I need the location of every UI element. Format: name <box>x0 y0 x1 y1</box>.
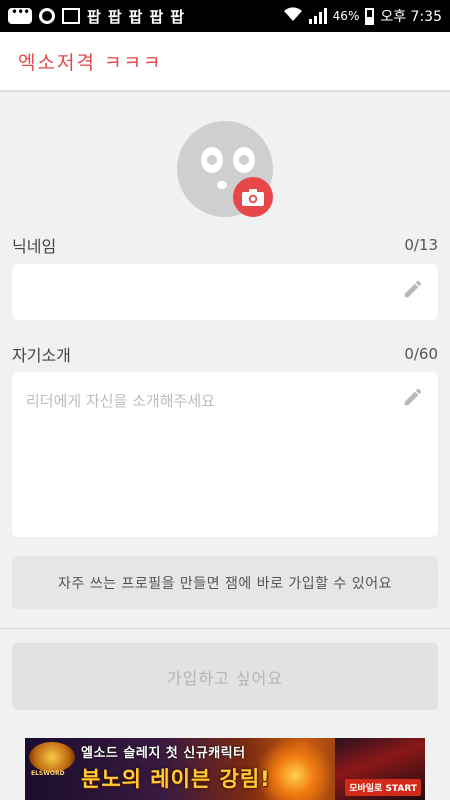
message-icon <box>8 5 32 24</box>
ad-start-button[interactable]: 모바일로 START <box>345 779 421 796</box>
profile-info-box[interactable]: 자주 쓰는 프로필을 만들면 잼에 바로 가입할 수 있어요 <box>12 556 438 609</box>
notification-icons: 팝 팝 팝 팝 팝 <box>8 5 185 27</box>
app-header: 엑소저격 ㅋㅋㅋ <box>0 32 450 92</box>
avatar-mouth <box>217 181 227 189</box>
page-title: 엑소저격 ㅋㅋㅋ <box>18 51 163 74</box>
profile-photo[interactable] <box>177 121 273 217</box>
pencil-icon <box>404 388 422 406</box>
avatar-eye <box>233 147 255 173</box>
intro-textarea[interactable] <box>12 372 438 537</box>
game-logo-icon <box>29 742 75 772</box>
camera-button[interactable] <box>233 177 273 217</box>
nickname-field[interactable] <box>12 264 438 320</box>
nickname-input[interactable] <box>12 264 438 320</box>
nickname-label: 닉네임 <box>12 237 57 256</box>
avatar-eye <box>201 147 223 173</box>
pencil-icon <box>404 280 422 298</box>
system-icons: 46% 오후 7:35 <box>283 6 442 26</box>
battery-icon <box>365 7 375 25</box>
clock: 오후 7:35 <box>380 9 442 25</box>
signal-icon <box>308 8 327 24</box>
battery-percent: 46% <box>332 9 360 23</box>
profile-info-text: 자주 쓰는 프로필을 만들면 잼에 바로 가입할 수 있어요 <box>58 575 392 592</box>
intro-label-row: 자기소개 0/60 <box>12 342 438 366</box>
app-notification-icon: 팝 <box>107 7 122 26</box>
intro-label: 자기소개 <box>12 346 71 365</box>
ad-title: 분노의 레이븐 강림! <box>81 767 271 791</box>
divider <box>0 628 450 629</box>
nickname-counter: 0/13 <box>404 236 438 254</box>
app-notification-icon: 팝 <box>170 7 185 26</box>
intro-counter: 0/60 <box>404 345 438 363</box>
ad-headline: 엘소드 슬레지 첫 신규캐릭터 <box>81 746 246 761</box>
intro-field[interactable] <box>12 372 438 537</box>
ring-icon <box>39 8 55 24</box>
app-notification-icon: 팝 <box>87 7 101 26</box>
image-icon <box>62 8 80 24</box>
camera-icon <box>242 189 264 206</box>
status-bar: 팝 팝 팝 팝 팝 46% 오후 7:35 <box>0 0 450 32</box>
ad-logo-text: ELSWORD <box>31 770 65 777</box>
wifi-icon <box>283 6 303 26</box>
ad-banner[interactable]: ELSWORD 엘소드 슬레지 첫 신규캐릭터 분노의 레이븐 강림! 모바일로… <box>25 738 425 800</box>
app-notification-icon: 팝 <box>128 7 143 26</box>
app-notification-icon: 팝 <box>149 7 164 26</box>
join-button[interactable]: 가입하고 싶어요 <box>12 643 438 710</box>
nickname-label-row: 닉네임 0/13 <box>12 233 438 257</box>
